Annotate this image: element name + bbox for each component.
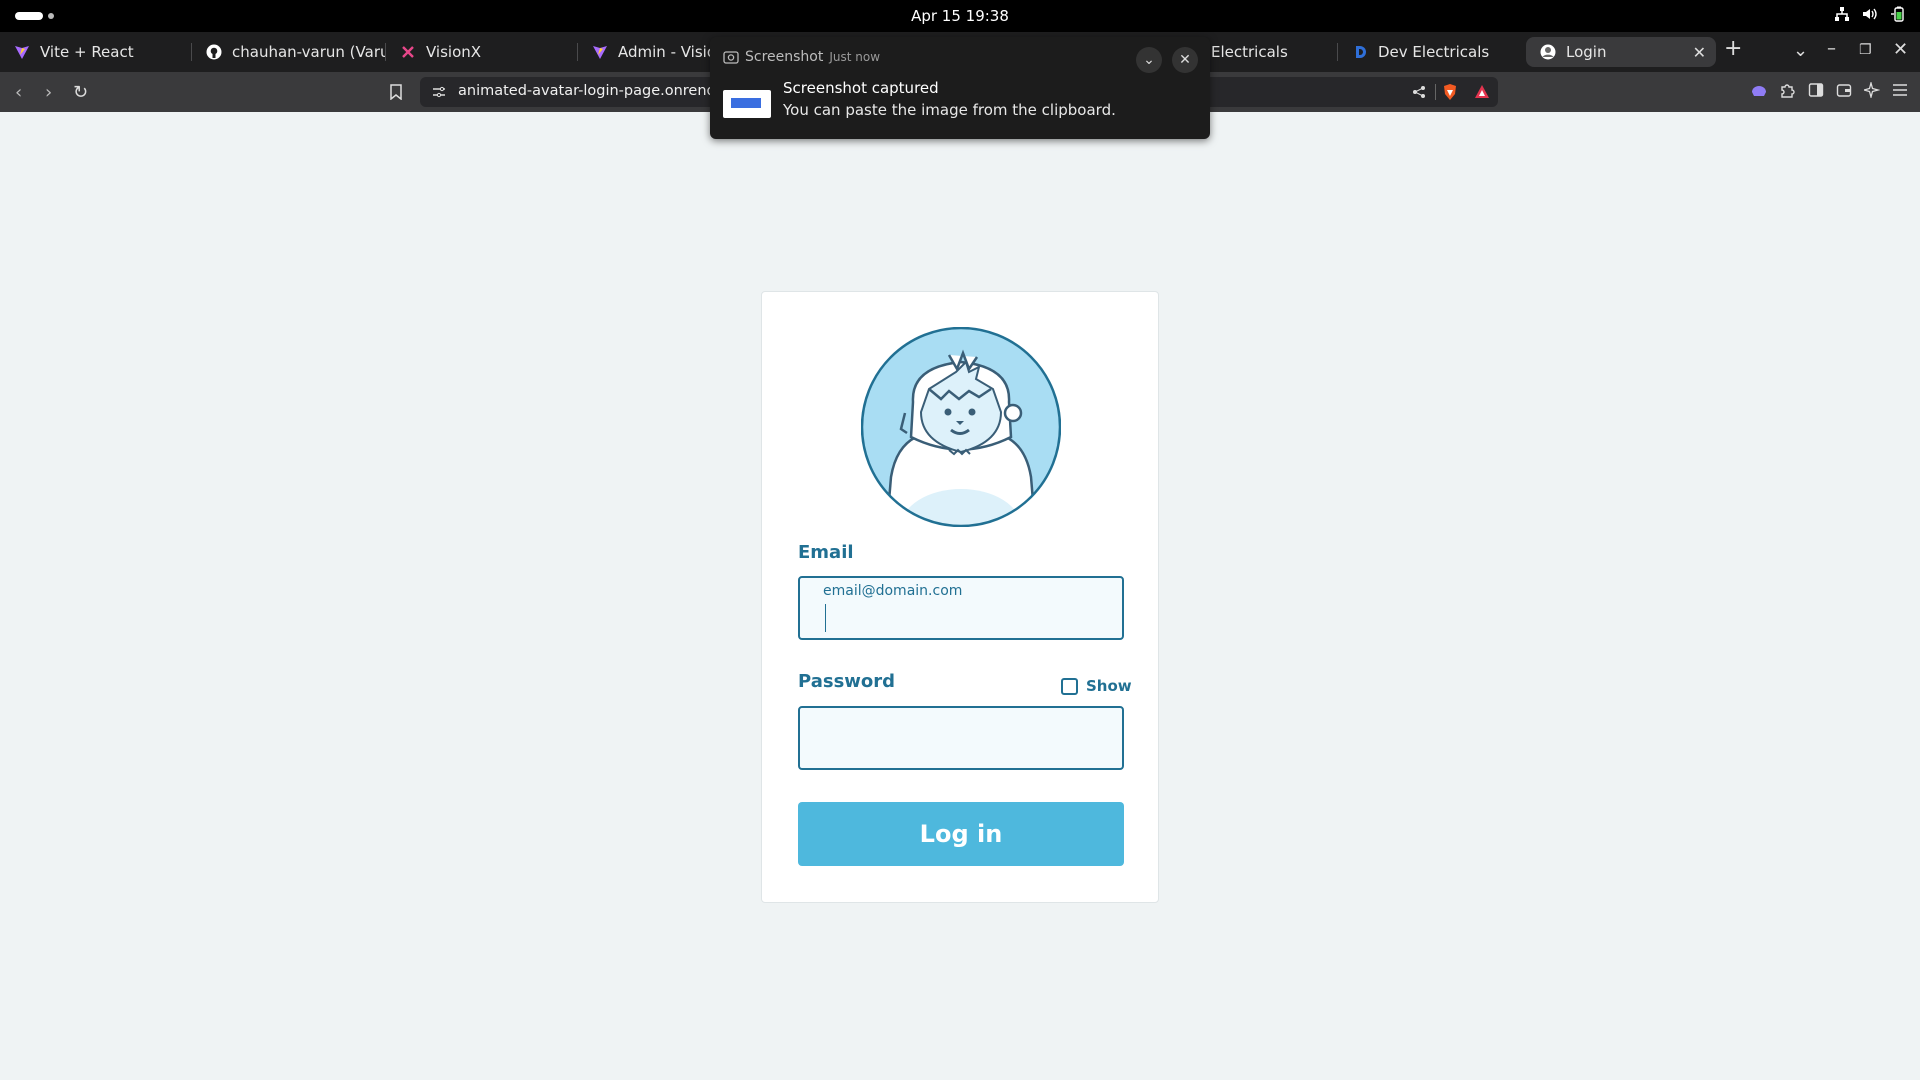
tab-label: VisionX <box>426 43 482 61</box>
screenshot-app-icon <box>723 51 739 64</box>
sidebar-icon[interactable] <box>1808 82 1824 98</box>
new-tab-icon[interactable]: + <box>1724 38 1742 60</box>
tab-github[interactable]: chauhan-varun (Varu <box>192 37 386 67</box>
tab-label: Vite + React <box>40 43 134 61</box>
tab-electricals[interactable]: Electricals <box>1198 37 1338 67</box>
system-clock[interactable]: Apr 15 19:38 <box>0 7 1920 25</box>
notification-app: Screenshot Just now <box>745 49 880 65</box>
avatar-favicon-icon <box>1540 44 1556 60</box>
ai-sparkle-icon[interactable] <box>1864 82 1880 98</box>
battery-icon <box>1891 6 1904 22</box>
back-icon[interactable]: ‹ <box>15 82 22 103</box>
leo-ai-icon[interactable] <box>1750 82 1768 98</box>
tab-dev-electricals[interactable]: Dev Electricals <box>1338 37 1524 67</box>
system-top-bar: Apr 15 19:38 <box>0 0 1920 32</box>
tab-label: chauhan-varun (Varu <box>232 43 386 61</box>
notification-title: Screenshot captured <box>783 79 939 97</box>
dev-electricals-icon <box>1352 44 1368 60</box>
tab-label: Dev Electricals <box>1378 43 1490 61</box>
vite-icon <box>592 44 608 60</box>
tab-login[interactable]: Login ✕ <box>1526 37 1716 67</box>
brave-shields-icon[interactable] <box>1442 83 1458 101</box>
forward-icon[interactable]: › <box>45 82 52 103</box>
yeti-avatar <box>861 327 1061 527</box>
share-icon[interactable] <box>1412 85 1426 99</box>
show-password-toggle[interactable]: Show <box>1061 677 1132 695</box>
bookmark-icon[interactable] <box>390 84 402 100</box>
volume-icon <box>1863 8 1877 20</box>
tab-list-chevron-icon[interactable]: ⌄ <box>1793 42 1808 60</box>
site-settings-icon[interactable] <box>432 85 446 99</box>
tab-admin-vision[interactable]: Admin - Vision <box>578 37 710 67</box>
notification-body: You can paste the image from the clipboa… <box>783 101 1116 119</box>
tab-vite-react[interactable]: Vite + React <box>0 37 192 67</box>
email-input[interactable] <box>800 578 1122 638</box>
screenshot-thumbnail <box>723 90 771 118</box>
wallet-icon[interactable] <box>1836 82 1852 98</box>
system-tray[interactable] <box>1834 6 1906 22</box>
screenshot-notification[interactable]: Screenshot Just now ⌄ ✕ Screenshot captur… <box>710 37 1210 139</box>
tab-label: Login <box>1566 43 1607 61</box>
tab-close-icon[interactable]: ✕ <box>1693 43 1706 62</box>
login-button[interactable]: Log in <box>798 802 1124 866</box>
tab-label: Admin - Vision <box>618 43 710 61</box>
toolbar-actions <box>1750 82 1908 98</box>
menu-icon[interactable] <box>1892 82 1908 98</box>
close-window-icon[interactable]: ✕ <box>1893 41 1908 59</box>
show-password-label: Show <box>1086 677 1132 695</box>
password-label: Password <box>798 671 896 692</box>
visionx-icon <box>400 44 416 60</box>
github-icon <box>206 44 222 60</box>
notification-time: Just now <box>829 50 881 64</box>
show-password-checkbox[interactable] <box>1061 677 1078 695</box>
password-field[interactable] <box>798 706 1124 770</box>
brave-rewards-icon[interactable] <box>1474 84 1490 100</box>
tab-label: Electricals <box>1211 43 1288 61</box>
email-label: Email <box>798 542 854 563</box>
reload-icon[interactable]: ↻ <box>73 82 88 103</box>
email-field[interactable]: email@domain.com <box>798 576 1124 640</box>
password-input[interactable] <box>800 708 1122 768</box>
vite-icon <box>14 44 30 60</box>
divider <box>1435 84 1436 100</box>
restore-window-icon[interactable]: ❐ <box>1859 41 1872 59</box>
notification-close-icon[interactable]: ✕ <box>1172 47 1198 73</box>
tab-visionx[interactable]: VisionX <box>386 37 578 67</box>
notification-expand-icon[interactable]: ⌄ <box>1136 47 1162 73</box>
network-icon <box>1835 7 1849 21</box>
extensions-icon[interactable] <box>1780 82 1796 98</box>
login-card: Email email@domain.com Password Show Log… <box>761 291 1159 903</box>
minimize-window-icon[interactable]: – <box>1827 40 1836 58</box>
notification-app-name: Screenshot <box>745 49 824 65</box>
